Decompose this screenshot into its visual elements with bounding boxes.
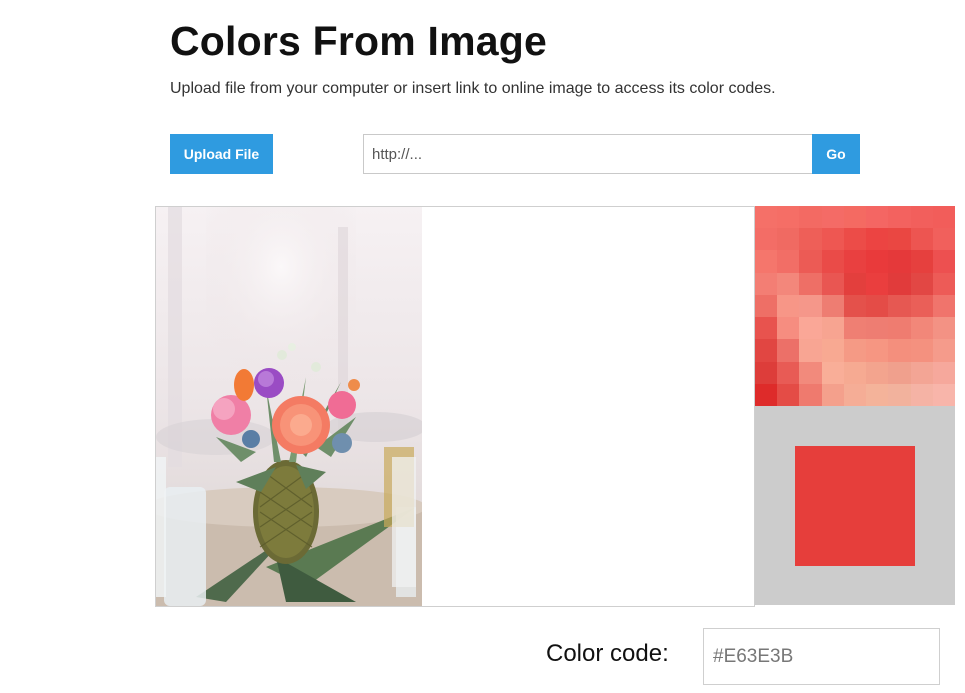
zoom-pixel — [755, 294, 778, 318]
zoom-pixel — [888, 272, 911, 295]
zoom-pixel — [888, 294, 911, 318]
zoom-pixel — [799, 250, 822, 273]
zoom-pixel — [755, 228, 778, 251]
zoom-pixel — [777, 294, 800, 318]
zoom-pixel — [932, 294, 955, 318]
zoom-pixel — [932, 272, 955, 295]
zoom-pixel — [910, 206, 933, 229]
zoom-pixel — [799, 294, 822, 318]
page-title: Colors From Image — [170, 18, 548, 64]
zoom-pixel — [799, 272, 822, 295]
image-canvas — [155, 206, 755, 607]
selected-color-panel — [755, 406, 955, 605]
zoom-pixel — [821, 294, 844, 318]
zoom-pixel — [777, 250, 800, 273]
zoom-magnifier — [755, 206, 955, 406]
zoom-pixel — [910, 339, 933, 362]
go-button[interactable]: Go — [812, 134, 860, 174]
zoom-pixel — [843, 294, 867, 318]
uploaded-photo[interactable] — [156, 207, 422, 606]
zoom-pixel — [777, 206, 800, 229]
zoom-pixel — [910, 228, 933, 251]
zoom-pixel — [932, 361, 955, 384]
zoom-pixel — [821, 383, 844, 406]
zoom-pixel — [888, 228, 911, 251]
zoom-pixel — [910, 250, 933, 273]
zoom-pixel — [910, 317, 933, 340]
zoom-pixel — [932, 250, 955, 273]
zoom-pixel — [866, 383, 889, 406]
zoom-pixel — [777, 317, 800, 340]
upload-file-button[interactable]: Upload File — [170, 134, 273, 174]
zoom-pixel — [843, 228, 867, 251]
zoom-pixel — [821, 250, 844, 273]
zoom-pixel — [755, 339, 778, 362]
zoom-pixel — [866, 228, 889, 251]
zoom-pixel — [843, 339, 867, 362]
zoom-pixel — [843, 206, 867, 229]
zoom-pixel — [932, 339, 955, 362]
zoom-pixel — [799, 361, 822, 384]
photo-illustration — [156, 207, 422, 606]
zoom-pixel — [910, 383, 933, 406]
image-url-input[interactable] — [363, 134, 812, 174]
zoom-pixel — [799, 206, 822, 229]
zoom-pixel — [888, 339, 911, 362]
zoom-pixel — [755, 317, 778, 340]
selected-color-swatch — [795, 446, 915, 566]
zoom-pixel — [932, 228, 955, 251]
zoom-pixel — [888, 317, 911, 340]
zoom-pixel — [821, 228, 844, 251]
zoom-pixel — [866, 206, 889, 229]
zoom-pixel — [777, 361, 800, 384]
zoom-pixel — [821, 272, 844, 295]
color-code-label: Color code: — [546, 640, 669, 667]
zoom-pixel — [843, 317, 867, 340]
zoom-pixel — [821, 317, 844, 340]
zoom-pixel — [755, 206, 778, 229]
zoom-pixel — [755, 361, 778, 384]
zoom-pixel — [866, 339, 889, 362]
zoom-pixel — [843, 250, 867, 273]
zoom-pixel — [866, 317, 889, 340]
zoom-pixel — [755, 250, 778, 273]
zoom-pixel — [843, 272, 867, 295]
zoom-pixel — [888, 361, 911, 384]
zoom-pixel — [777, 339, 800, 362]
zoom-pixel — [821, 206, 844, 229]
zoom-pixel — [799, 228, 822, 251]
zoom-pixel — [777, 228, 800, 251]
zoom-pixel — [821, 339, 844, 362]
zoom-pixel — [777, 272, 800, 295]
zoom-pixel — [888, 206, 911, 229]
zoom-pixel — [888, 383, 911, 406]
zoom-pixel — [843, 361, 867, 384]
zoom-pixel — [888, 250, 911, 273]
zoom-pixel — [799, 383, 822, 406]
zoom-pixel — [866, 361, 889, 384]
zoom-pixel — [755, 272, 778, 295]
zoom-pixel — [755, 383, 778, 406]
zoom-pixel — [932, 206, 955, 229]
zoom-pixel — [799, 317, 822, 340]
zoom-pixel — [910, 361, 933, 384]
zoom-pixel — [866, 272, 889, 295]
zoom-pixel — [799, 339, 822, 362]
zoom-pixel — [932, 317, 955, 340]
zoom-pixel — [910, 294, 933, 318]
zoom-pixel — [866, 294, 889, 318]
zoom-pixel — [821, 361, 844, 384]
zoom-pixel — [866, 250, 889, 273]
zoom-pixel — [932, 383, 955, 406]
color-code-field[interactable] — [703, 628, 940, 685]
zoom-pixel — [910, 272, 933, 295]
page-subtitle: Upload file from your computer or insert… — [170, 80, 776, 97]
zoom-pixel — [777, 383, 800, 406]
zoom-pixel — [843, 383, 867, 406]
